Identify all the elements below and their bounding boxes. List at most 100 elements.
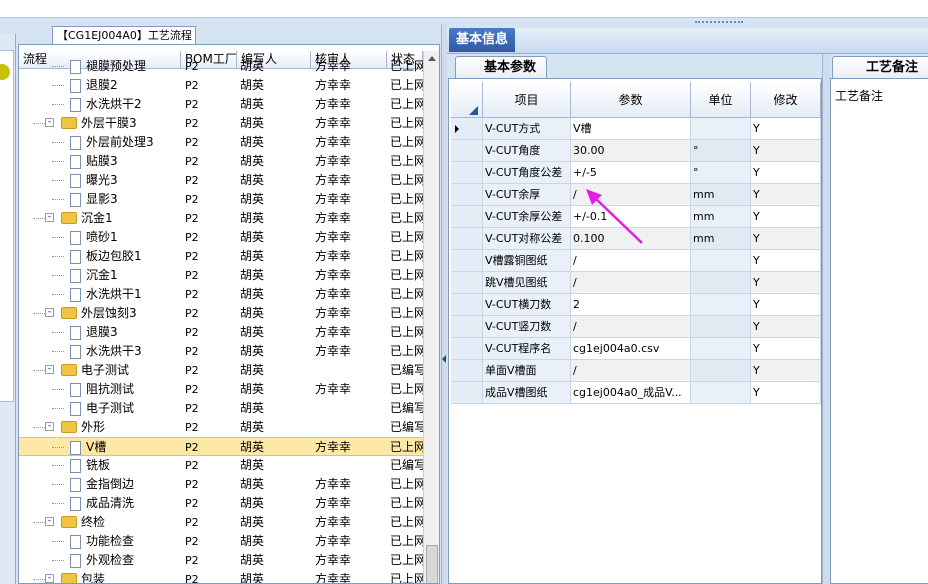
param-cell-modify[interactable]: Y: [751, 316, 821, 338]
param-row[interactable]: 跳V槽见图纸 / Y: [451, 272, 821, 294]
tab-process-flow[interactable]: 【CG1EJ004A0】工艺流程: [52, 26, 196, 44]
row-indicator[interactable]: [451, 382, 483, 404]
collapse-left-icon[interactable]: [442, 355, 446, 363]
expand-minus-icon[interactable]: -: [45, 422, 54, 431]
grid-col-modify[interactable]: 修改: [751, 82, 821, 118]
panel-splitter[interactable]: [441, 24, 447, 584]
param-cell-modify[interactable]: Y: [751, 250, 821, 272]
tree-row[interactable]: 退膜3 P2 胡英 方幸幸 已上网: [19, 323, 423, 342]
tree-row[interactable]: - 终检 P2 胡英 方幸幸 已上网: [19, 513, 423, 532]
tree-row[interactable]: 功能检查 P2 胡英 方幸幸 已上网: [19, 532, 423, 551]
grid-col-item[interactable]: 项目: [483, 82, 571, 118]
scroll-up-icon[interactable]: [428, 56, 436, 61]
row-indicator[interactable]: [451, 360, 483, 382]
scroll-thumb[interactable]: [426, 545, 438, 583]
param-row[interactable]: V-CUT角度 30.00 ° Y: [451, 140, 821, 162]
param-cell-value[interactable]: cg1ej004a0_成品V...: [571, 382, 691, 404]
row-indicator[interactable]: [451, 294, 483, 316]
expand-minus-icon[interactable]: -: [45, 574, 54, 583]
tree-row[interactable]: 贴膜3 P2 胡英 方幸幸 已上网: [19, 152, 423, 171]
tree-row[interactable]: 水洗烘干1 P2 胡英 方幸幸 已上网: [19, 285, 423, 304]
tree-row[interactable]: 外观检查 P2 胡英 方幸幸 已上网: [19, 551, 423, 570]
param-cell-modify[interactable]: Y: [751, 272, 821, 294]
tree-row[interactable]: 外层前处理3 P2 胡英 方幸幸 已上网: [19, 133, 423, 152]
tree-row[interactable]: - 电子测试 P2 胡英 已编写: [19, 361, 423, 380]
param-cell-modify[interactable]: Y: [751, 118, 821, 140]
tab-basic-info[interactable]: 基本信息: [449, 28, 515, 52]
param-cell-value[interactable]: /: [571, 250, 691, 272]
expand-minus-icon[interactable]: -: [45, 213, 54, 222]
param-cell-value[interactable]: cg1ej004a0.csv: [571, 338, 691, 360]
tree-row[interactable]: - 外层干膜3 P2 胡英 方幸幸 已上网: [19, 114, 423, 133]
param-cell-value[interactable]: /: [571, 272, 691, 294]
tree-row[interactable]: 褪膜预处理 P2 胡英 方幸幸 已上网: [19, 57, 423, 76]
expand-minus-icon[interactable]: -: [45, 517, 54, 526]
param-cell-value[interactable]: +/-5: [571, 162, 691, 184]
param-cell-value[interactable]: /: [571, 316, 691, 338]
param-row[interactable]: V-CUT方式 V槽 Y: [451, 118, 821, 140]
row-indicator[interactable]: [451, 206, 483, 228]
tree-row[interactable]: 喷砂1 P2 胡英 方幸幸 已上网: [19, 228, 423, 247]
param-row[interactable]: V槽露铜图纸 / Y: [451, 250, 821, 272]
row-indicator[interactable]: [451, 118, 483, 140]
tree-row[interactable]: 阻抗测试 P2 胡英 方幸幸 已上网: [19, 380, 423, 399]
param-cell-modify[interactable]: Y: [751, 294, 821, 316]
tree-row[interactable]: - 包装 P2 胡英 方幸幸 已上网: [19, 570, 423, 583]
expand-minus-icon[interactable]: -: [45, 308, 54, 317]
param-row[interactable]: 单面V槽面 / Y: [451, 360, 821, 382]
param-cell-value[interactable]: 2: [571, 294, 691, 316]
left-collapsed-panel[interactable]: [0, 34, 16, 584]
tree-vertical-scrollbar[interactable]: [423, 51, 439, 583]
param-cell-modify[interactable]: Y: [751, 162, 821, 184]
tree-row[interactable]: V槽 P2 胡英 方幸幸 已上网: [19, 437, 423, 456]
param-cell-modify[interactable]: Y: [751, 382, 821, 404]
param-cell-modify[interactable]: Y: [751, 228, 821, 250]
tree-row[interactable]: 电子测试 P2 胡英 已编写: [19, 399, 423, 418]
tree-row[interactable]: 沉金1 P2 胡英 方幸幸 已上网: [19, 266, 423, 285]
row-indicator[interactable]: [451, 162, 483, 184]
row-indicator[interactable]: [451, 184, 483, 206]
row-indicator[interactable]: [451, 140, 483, 162]
row-indicator[interactable]: [451, 228, 483, 250]
row-indicator[interactable]: [451, 316, 483, 338]
tree-row[interactable]: - 沉金1 P2 胡英 方幸幸 已上网: [19, 209, 423, 228]
param-row[interactable]: 成品V槽图纸 cg1ej004a0_成品V... Y: [451, 382, 821, 404]
param-cell-modify[interactable]: Y: [751, 338, 821, 360]
param-cell-value[interactable]: /: [571, 360, 691, 382]
tree-row[interactable]: 成品清洗 P2 胡英 方幸幸 已上网: [19, 494, 423, 513]
tree-row[interactable]: 曝光3 P2 胡英 方幸幸 已上网: [19, 171, 423, 190]
tree-row[interactable]: 退膜2 P2 胡英 方幸幸 已上网: [19, 76, 423, 95]
param-cell-modify[interactable]: Y: [751, 184, 821, 206]
param-cell-modify[interactable]: Y: [751, 360, 821, 382]
params-right-splitter[interactable]: [822, 54, 830, 584]
param-row[interactable]: V-CUT竖刀数 / Y: [451, 316, 821, 338]
tree-row[interactable]: - 外层蚀刻3 P2 胡英 方幸幸 已上网: [19, 304, 423, 323]
tree-row[interactable]: 板边包胶1 P2 胡英 方幸幸 已上网: [19, 247, 423, 266]
param-cell-modify[interactable]: Y: [751, 140, 821, 162]
param-row[interactable]: V-CUT横刀数 2 Y: [451, 294, 821, 316]
tree-row[interactable]: 显影3 P2 胡英 方幸幸 已上网: [19, 190, 423, 209]
param-cell-value[interactable]: 30.00: [571, 140, 691, 162]
expand-minus-icon[interactable]: -: [45, 365, 54, 374]
tree-row[interactable]: 金指倒边 P2 胡英 方幸幸 已上网: [19, 475, 423, 494]
tab-basic-params[interactable]: 基本参数: [455, 56, 547, 78]
tab-process-notes[interactable]: 工艺备注: [832, 56, 928, 78]
param-cell-value[interactable]: V槽: [571, 118, 691, 140]
tree-row[interactable]: 水洗烘干3 P2 胡英 方幸幸 已上网: [19, 342, 423, 361]
row-indicator[interactable]: [451, 272, 483, 294]
grid-col-unit[interactable]: 单位: [691, 82, 751, 118]
row-indicator[interactable]: [451, 250, 483, 272]
expand-minus-icon[interactable]: -: [45, 118, 54, 127]
param-row[interactable]: V-CUT程序名 cg1ej004a0.csv Y: [451, 338, 821, 360]
row-indicator[interactable]: [451, 338, 483, 360]
tree-row[interactable]: - 外形 P2 胡英 已编写: [19, 418, 423, 437]
row-header-corner[interactable]: [451, 82, 483, 118]
tree-row[interactable]: 铣板 P2 胡英 已编写: [19, 456, 423, 475]
window-top-bar: [0, 0, 928, 18]
tree-cell-bom: P2: [185, 364, 199, 377]
param-row[interactable]: V-CUT角度公差 +/-5 ° Y: [451, 162, 821, 184]
tree-row[interactable]: 水洗烘干2 P2 胡英 方幸幸 已上网: [19, 95, 423, 114]
param-cell-modify[interactable]: Y: [751, 206, 821, 228]
grid-col-param[interactable]: 参数: [571, 82, 691, 118]
top-grip-handle[interactable]: [695, 21, 743, 25]
